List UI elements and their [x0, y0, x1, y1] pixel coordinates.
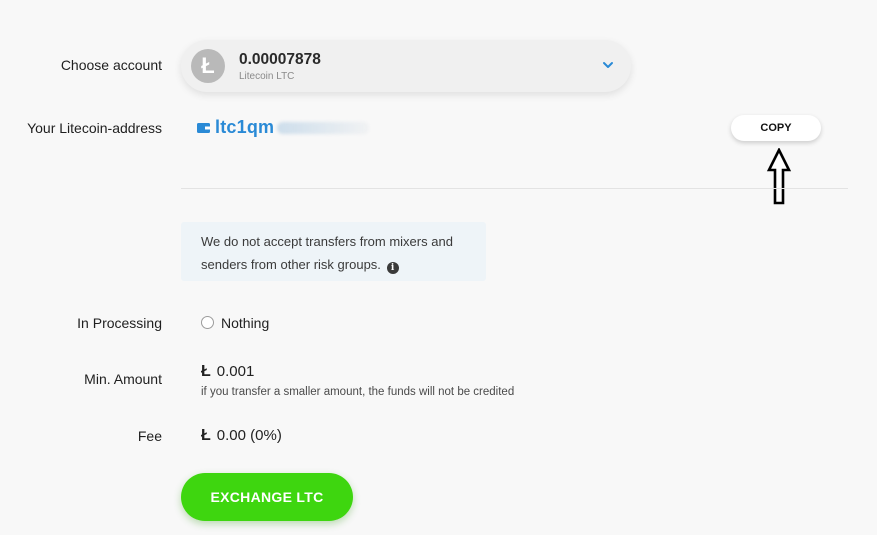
- fee-number: 0.00 (0%): [216, 427, 282, 444]
- account-info: 0.00007878 Litecoin LTC: [239, 51, 321, 82]
- litecoin-symbol-icon: Ł: [201, 427, 211, 444]
- fee-label: Fee: [137, 428, 162, 444]
- litecoin-icon: Ł: [191, 49, 225, 83]
- divider: [181, 188, 848, 189]
- risk-notice: We do not accept transfers from mixers a…: [181, 222, 486, 281]
- account-select[interactable]: Ł 0.00007878 Litecoin LTC: [181, 40, 631, 92]
- choose-account-label: Choose account: [60, 57, 162, 73]
- min-amount-value: Ł 0.001: [201, 363, 254, 381]
- address-value: ltc1qm: [215, 117, 275, 137]
- arrow-up-icon: [766, 148, 792, 205]
- fee-value: Ł 0.00 (0%): [201, 427, 282, 445]
- litecoin-symbol-icon: Ł: [201, 363, 211, 380]
- min-amount-hint: if you transfer a smaller amount, the fu…: [201, 386, 515, 398]
- notice-text: We do not accept transfers from mixers a…: [201, 234, 453, 272]
- chevron-down-icon[interactable]: [601, 58, 615, 72]
- account-currency: Litecoin LTC: [239, 70, 295, 82]
- min-amount-label: Min. Amount: [84, 371, 162, 387]
- address-label: Your Litecoin-address: [27, 120, 162, 136]
- account-balance: 0.00007878: [239, 50, 321, 68]
- processing-radio-icon: [201, 316, 214, 329]
- wallet-icon: [197, 123, 210, 133]
- address-redacted: [277, 121, 370, 134]
- exchange-ltc-button[interactable]: EXCHANGE LTC: [181, 473, 353, 521]
- processing-label: In Processing: [77, 315, 162, 331]
- copy-button[interactable]: COPY: [731, 115, 821, 141]
- litecoin-address: ltc1qm: [197, 117, 370, 138]
- processing-value: Nothing: [221, 315, 270, 331]
- min-amount-number: 0.001: [216, 363, 255, 380]
- info-icon[interactable]: i: [386, 261, 399, 274]
